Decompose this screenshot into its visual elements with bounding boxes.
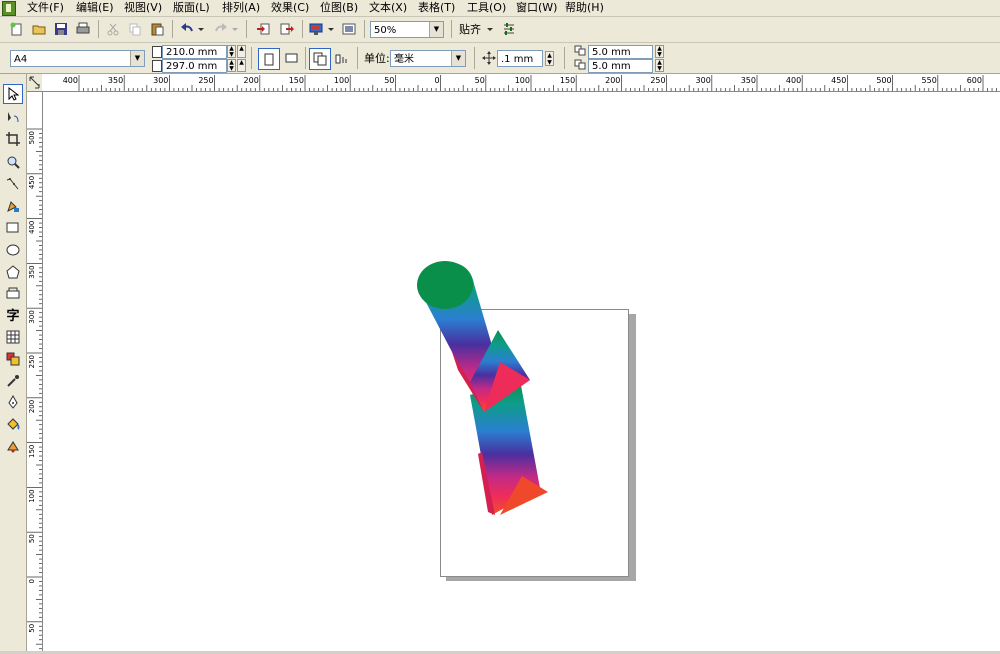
artwork-layer (417, 261, 548, 515)
upper-gradient-tube[interactable] (417, 261, 530, 412)
